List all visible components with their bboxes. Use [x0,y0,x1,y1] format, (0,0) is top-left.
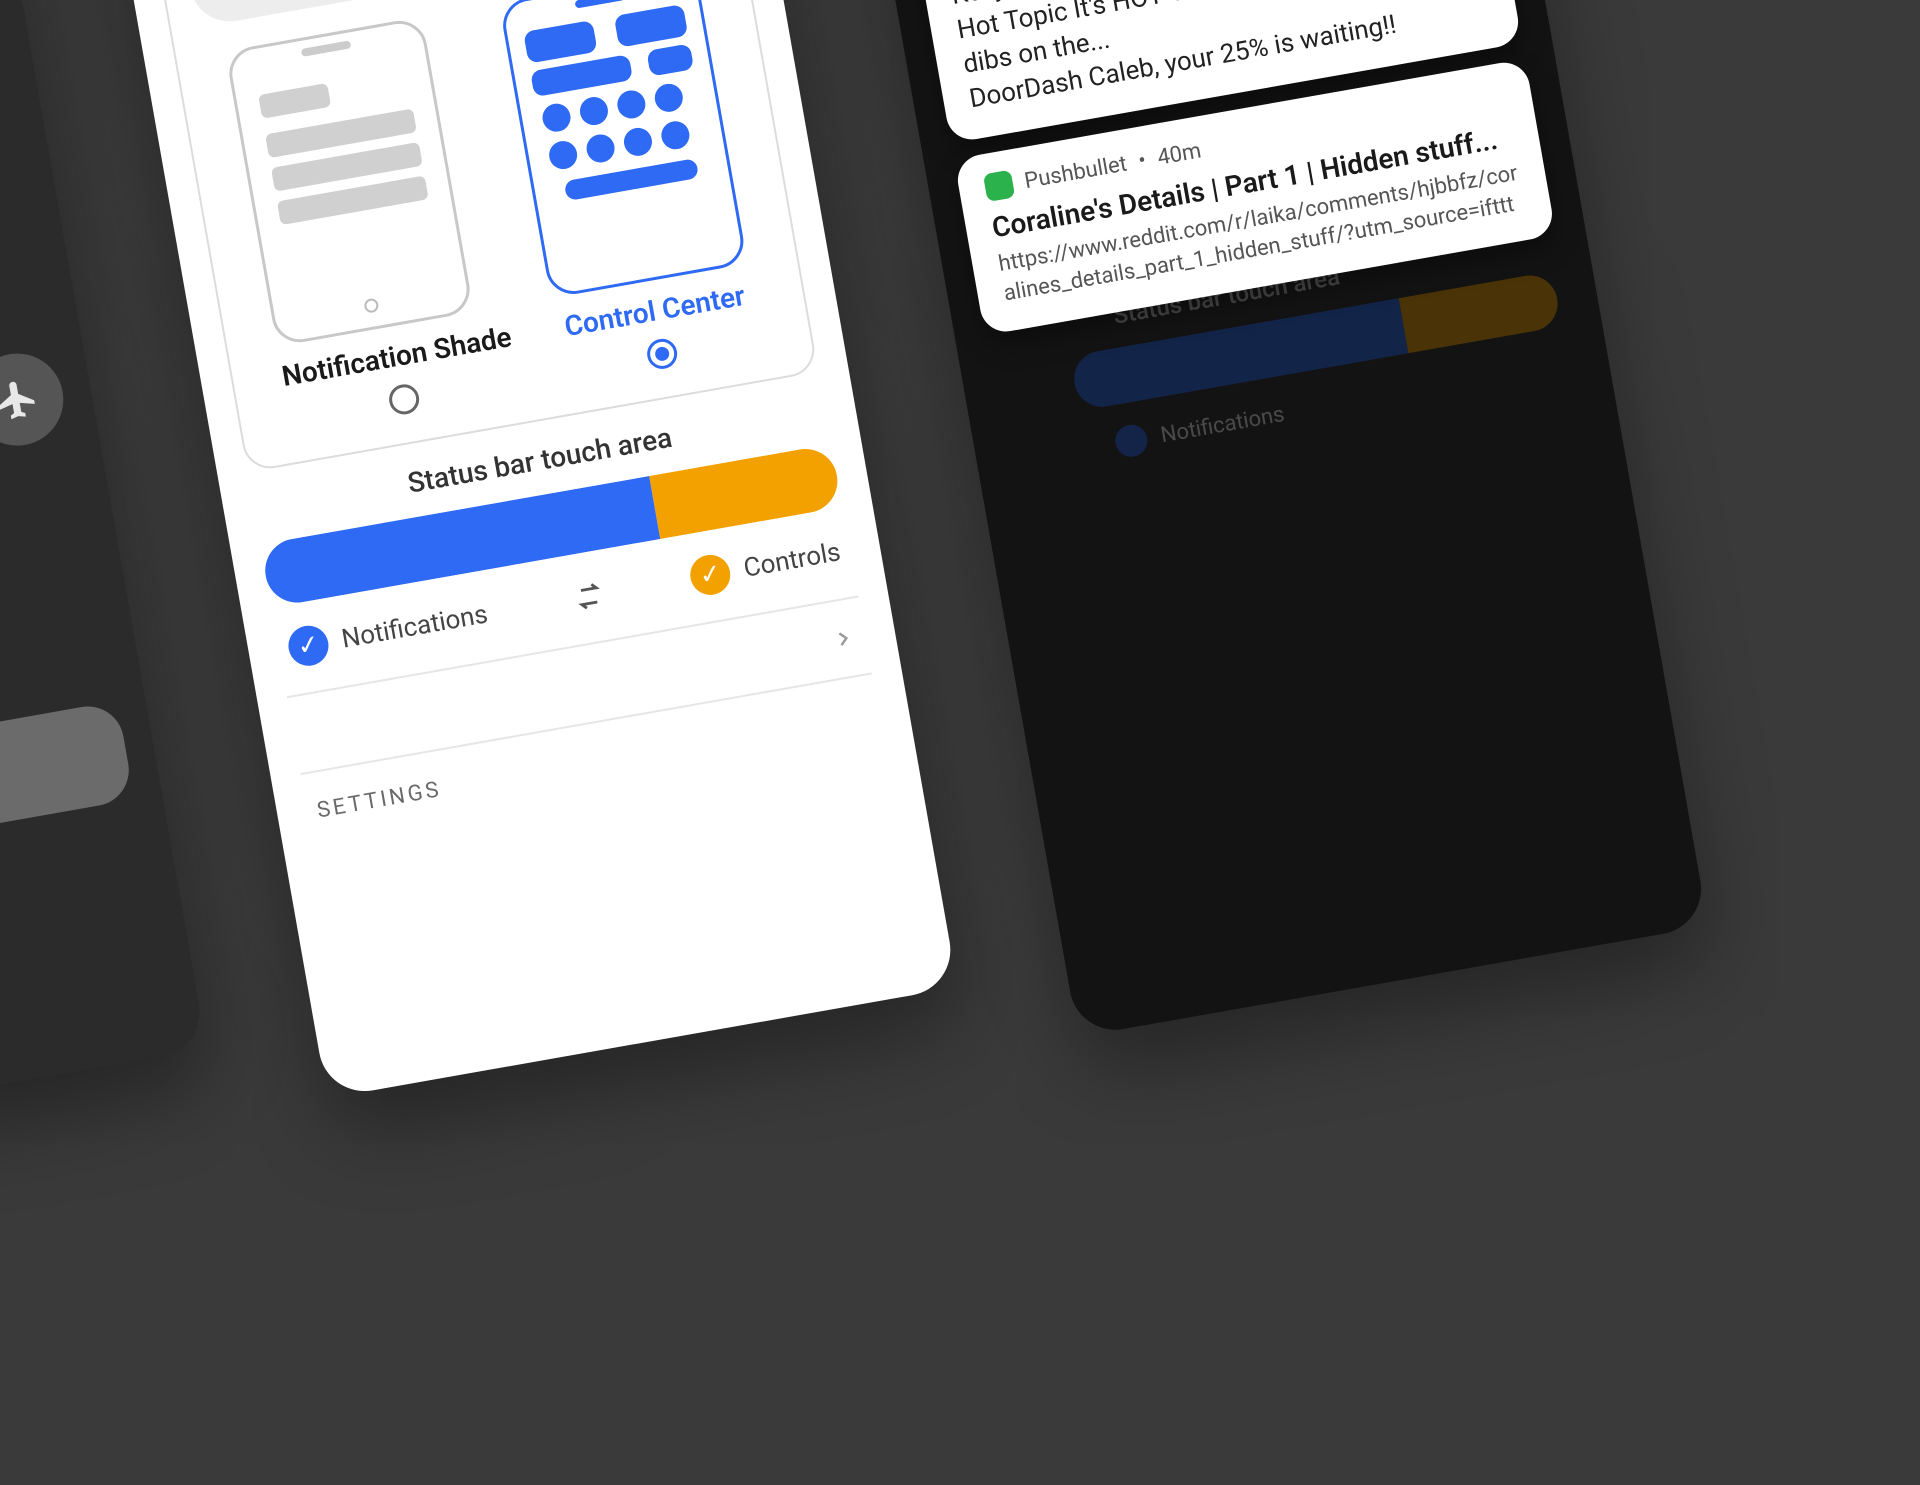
check-icon: ✓ [687,552,733,598]
notif-meta: 40m [1156,138,1204,170]
pushbullet-icon [983,170,1015,202]
option-control-center[interactable]: Control Center [499,0,764,386]
check-icon: ✓ [285,623,331,669]
chevron-right-icon [829,625,857,653]
phone-notifications: Notification Shade Control C Status bar … [852,0,1708,1037]
swap-icon[interactable] [569,577,608,616]
option-notification-shade[interactable]: Notification Shade [225,11,521,434]
legend-notifications: Notifications [339,599,490,654]
brightness-slider[interactable] [0,701,134,901]
mode-card: Running Notification Shade [152,0,819,473]
toggle-airplane[interactable] [0,346,71,453]
radio-checked[interactable] [645,336,680,371]
phone-mi-control-app: Mi Contr Running Notification Shade [102,0,958,1098]
legend-controls: Controls [741,537,842,584]
radio-unchecked[interactable] [387,382,422,417]
notif-app: Pushbullet [1023,151,1129,194]
